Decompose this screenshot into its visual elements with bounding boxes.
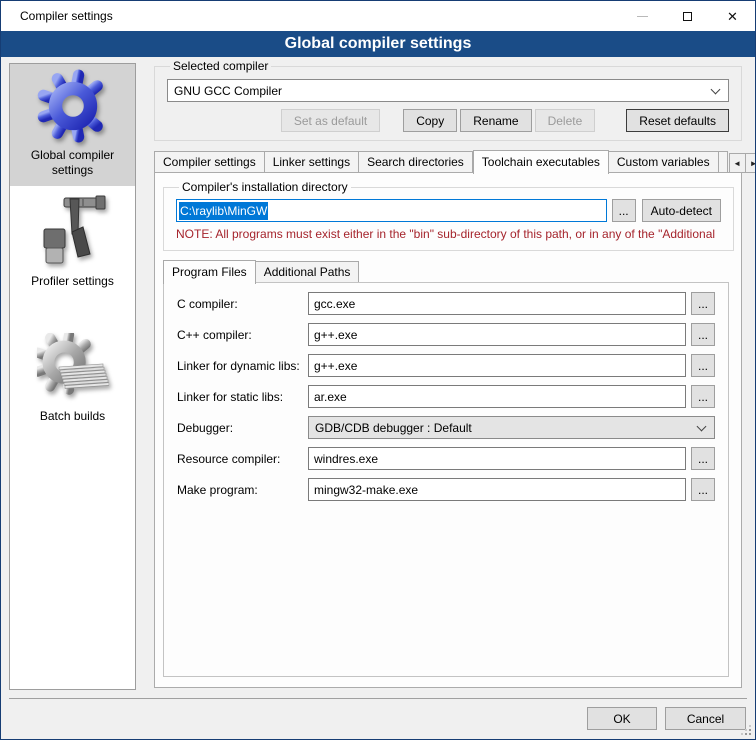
main-panel: Selected compiler GNU GCC Compiler Set a… xyxy=(146,59,749,141)
resize-grip[interactable] xyxy=(749,733,751,735)
set-as-default-button[interactable]: Set as default xyxy=(281,109,380,132)
installation-directory-row: C:\raylib\MinGW ... Auto-detect xyxy=(176,199,721,222)
c-compiler-input[interactable]: gcc.exe xyxy=(308,292,686,315)
form-row-make-program: Make program: mingw32-make.exe ... xyxy=(164,478,728,501)
c-compiler-value: gcc.exe xyxy=(314,297,355,311)
resource-compiler-input[interactable]: windres.exe xyxy=(308,447,686,470)
form-row-linker-static: Linker for static libs: ar.exe ... xyxy=(164,385,728,408)
compiler-settings-window: Compiler settings ✕ Global compiler sett… xyxy=(0,0,756,740)
make-program-value: mingw32-make.exe xyxy=(314,483,418,497)
window-controls: ✕ xyxy=(620,1,755,31)
caliper-icon xyxy=(35,194,111,270)
selected-compiler-group: Selected compiler GNU GCC Compiler Set a… xyxy=(154,59,742,141)
debugger-value: GDB/CDB debugger : Default xyxy=(315,421,472,435)
settings-tab-control: Compiler settings Linker settings Search… xyxy=(154,149,742,688)
chevron-down-icon xyxy=(697,422,707,432)
form-row-cpp-compiler: C++ compiler: g++.exe ... xyxy=(164,323,728,346)
make-program-input[interactable]: mingw32-make.exe xyxy=(308,478,686,501)
selected-compiler-value: GNU GCC Compiler xyxy=(174,84,282,98)
minimize-button[interactable] xyxy=(620,1,665,31)
sidebar-item-batch-builds[interactable]: Batch builds xyxy=(10,325,135,432)
form-row-debugger: Debugger: GDB/CDB debugger : Default xyxy=(164,416,728,439)
compiler-action-buttons: Set as default Copy Rename Delete Reset … xyxy=(167,109,729,132)
cancel-button[interactable]: Cancel xyxy=(665,707,746,730)
ok-button[interactable]: OK xyxy=(587,707,657,730)
c-compiler-label: C compiler: xyxy=(177,297,303,311)
programs-subtab-control: Program Files Additional Paths C compile… xyxy=(163,259,729,677)
minimize-icon xyxy=(637,16,648,17)
cpp-compiler-browse-button[interactable]: ... xyxy=(691,323,715,346)
gear-stack-icon xyxy=(35,329,111,405)
sidebar-item-label: Batch builds xyxy=(40,409,105,424)
toolchain-executables-page: Compiler's installation directory C:\ray… xyxy=(154,172,742,688)
form-row-c-compiler: C compiler: gcc.exe ... xyxy=(164,292,728,315)
gear-icon xyxy=(35,68,111,144)
debugger-dropdown[interactable]: GDB/CDB debugger : Default xyxy=(308,416,715,439)
tab-build-options[interactable]: Build options xyxy=(719,151,728,173)
settings-category-list: Global compiler settings Profiler settin… xyxy=(9,63,136,690)
cpp-compiler-label: C++ compiler: xyxy=(177,328,303,342)
make-program-label: Make program: xyxy=(177,483,303,497)
installation-directory-group: Compiler's installation directory C:\ray… xyxy=(163,180,734,251)
subtab-additional-paths[interactable]: Additional Paths xyxy=(256,261,360,283)
reset-defaults-button[interactable]: Reset defaults xyxy=(626,109,729,132)
linker-static-value: ar.exe xyxy=(314,390,347,404)
linker-dynamic-value: g++.exe xyxy=(314,359,357,373)
installation-directory-input[interactable]: C:\raylib\MinGW xyxy=(176,199,607,222)
selected-compiler-dropdown[interactable]: GNU GCC Compiler xyxy=(167,79,729,102)
sidebar-item-global-compiler-settings[interactable]: Global compiler settings xyxy=(10,64,135,186)
sidebar-item-label: Profiler settings xyxy=(31,274,114,289)
settings-tab-bar: Compiler settings Linker settings Search… xyxy=(154,149,742,173)
make-program-browse-button[interactable]: ... xyxy=(691,478,715,501)
linker-static-label: Linker for static libs: xyxy=(177,390,303,404)
linker-dynamic-label: Linker for dynamic libs: xyxy=(177,359,303,373)
footer-divider xyxy=(9,698,747,699)
copy-button[interactable]: Copy xyxy=(403,109,457,132)
subtab-program-files[interactable]: Program Files xyxy=(163,260,256,284)
tab-linker-settings[interactable]: Linker settings xyxy=(265,151,359,173)
maximize-button[interactable] xyxy=(665,1,710,31)
form-row-resource-compiler: Resource compiler: windres.exe ... xyxy=(164,447,728,470)
linker-dynamic-browse-button[interactable]: ... xyxy=(691,354,715,377)
sidebar-item-label: Global compiler settings xyxy=(14,148,131,178)
linker-static-browse-button[interactable]: ... xyxy=(691,385,715,408)
delete-button[interactable]: Delete xyxy=(535,109,596,132)
cpp-compiler-input[interactable]: g++.exe xyxy=(308,323,686,346)
form-row-linker-dynamic: Linker for dynamic libs: g++.exe ... xyxy=(164,354,728,377)
tab-scroll-right-button[interactable]: ► xyxy=(746,153,756,173)
window-title: Compiler settings xyxy=(1,9,113,23)
close-button[interactable]: ✕ xyxy=(710,1,755,31)
chevron-down-icon xyxy=(711,85,721,95)
tab-compiler-settings[interactable]: Compiler settings xyxy=(154,151,265,173)
installation-directory-value: C:\raylib\MinGW xyxy=(179,202,268,220)
resource-compiler-browse-button[interactable]: ... xyxy=(691,447,715,470)
linker-dynamic-input[interactable]: g++.exe xyxy=(308,354,686,377)
maximize-icon xyxy=(683,12,692,21)
tab-search-directories[interactable]: Search directories xyxy=(359,151,473,173)
installation-directory-browse-button[interactable]: ... xyxy=(612,199,636,222)
linker-static-input[interactable]: ar.exe xyxy=(308,385,686,408)
selected-compiler-group-label: Selected compiler xyxy=(170,59,271,73)
tab-custom-variables[interactable]: Custom variables xyxy=(609,151,719,173)
sidebar-item-profiler-settings[interactable]: Profiler settings xyxy=(10,190,135,297)
programs-subtab-bar: Program Files Additional Paths xyxy=(163,259,729,283)
debugger-label: Debugger: xyxy=(177,421,303,435)
page-title: Global compiler settings xyxy=(1,31,755,57)
titlebar: Compiler settings ✕ xyxy=(1,1,755,31)
resource-compiler-value: windres.exe xyxy=(314,452,378,466)
tab-scroll-left-button[interactable]: ◄ xyxy=(729,153,746,173)
cpp-compiler-value: g++.exe xyxy=(314,328,357,342)
installation-directory-group-label: Compiler's installation directory xyxy=(179,180,351,194)
program-files-page: C compiler: gcc.exe ... C++ compiler: g+… xyxy=(163,282,729,677)
close-icon: ✕ xyxy=(727,10,738,23)
auto-detect-button[interactable]: Auto-detect xyxy=(642,199,721,222)
tab-toolchain-executables[interactable]: Toolchain executables xyxy=(473,150,609,174)
tab-scroll-buttons: ◄ ► xyxy=(729,153,756,173)
dialog-footer: OK Cancel xyxy=(1,698,755,739)
installation-note: NOTE: All programs must exist either in … xyxy=(176,227,721,241)
c-compiler-browse-button[interactable]: ... xyxy=(691,292,715,315)
rename-button[interactable]: Rename xyxy=(460,109,531,132)
resource-compiler-label: Resource compiler: xyxy=(177,452,303,466)
